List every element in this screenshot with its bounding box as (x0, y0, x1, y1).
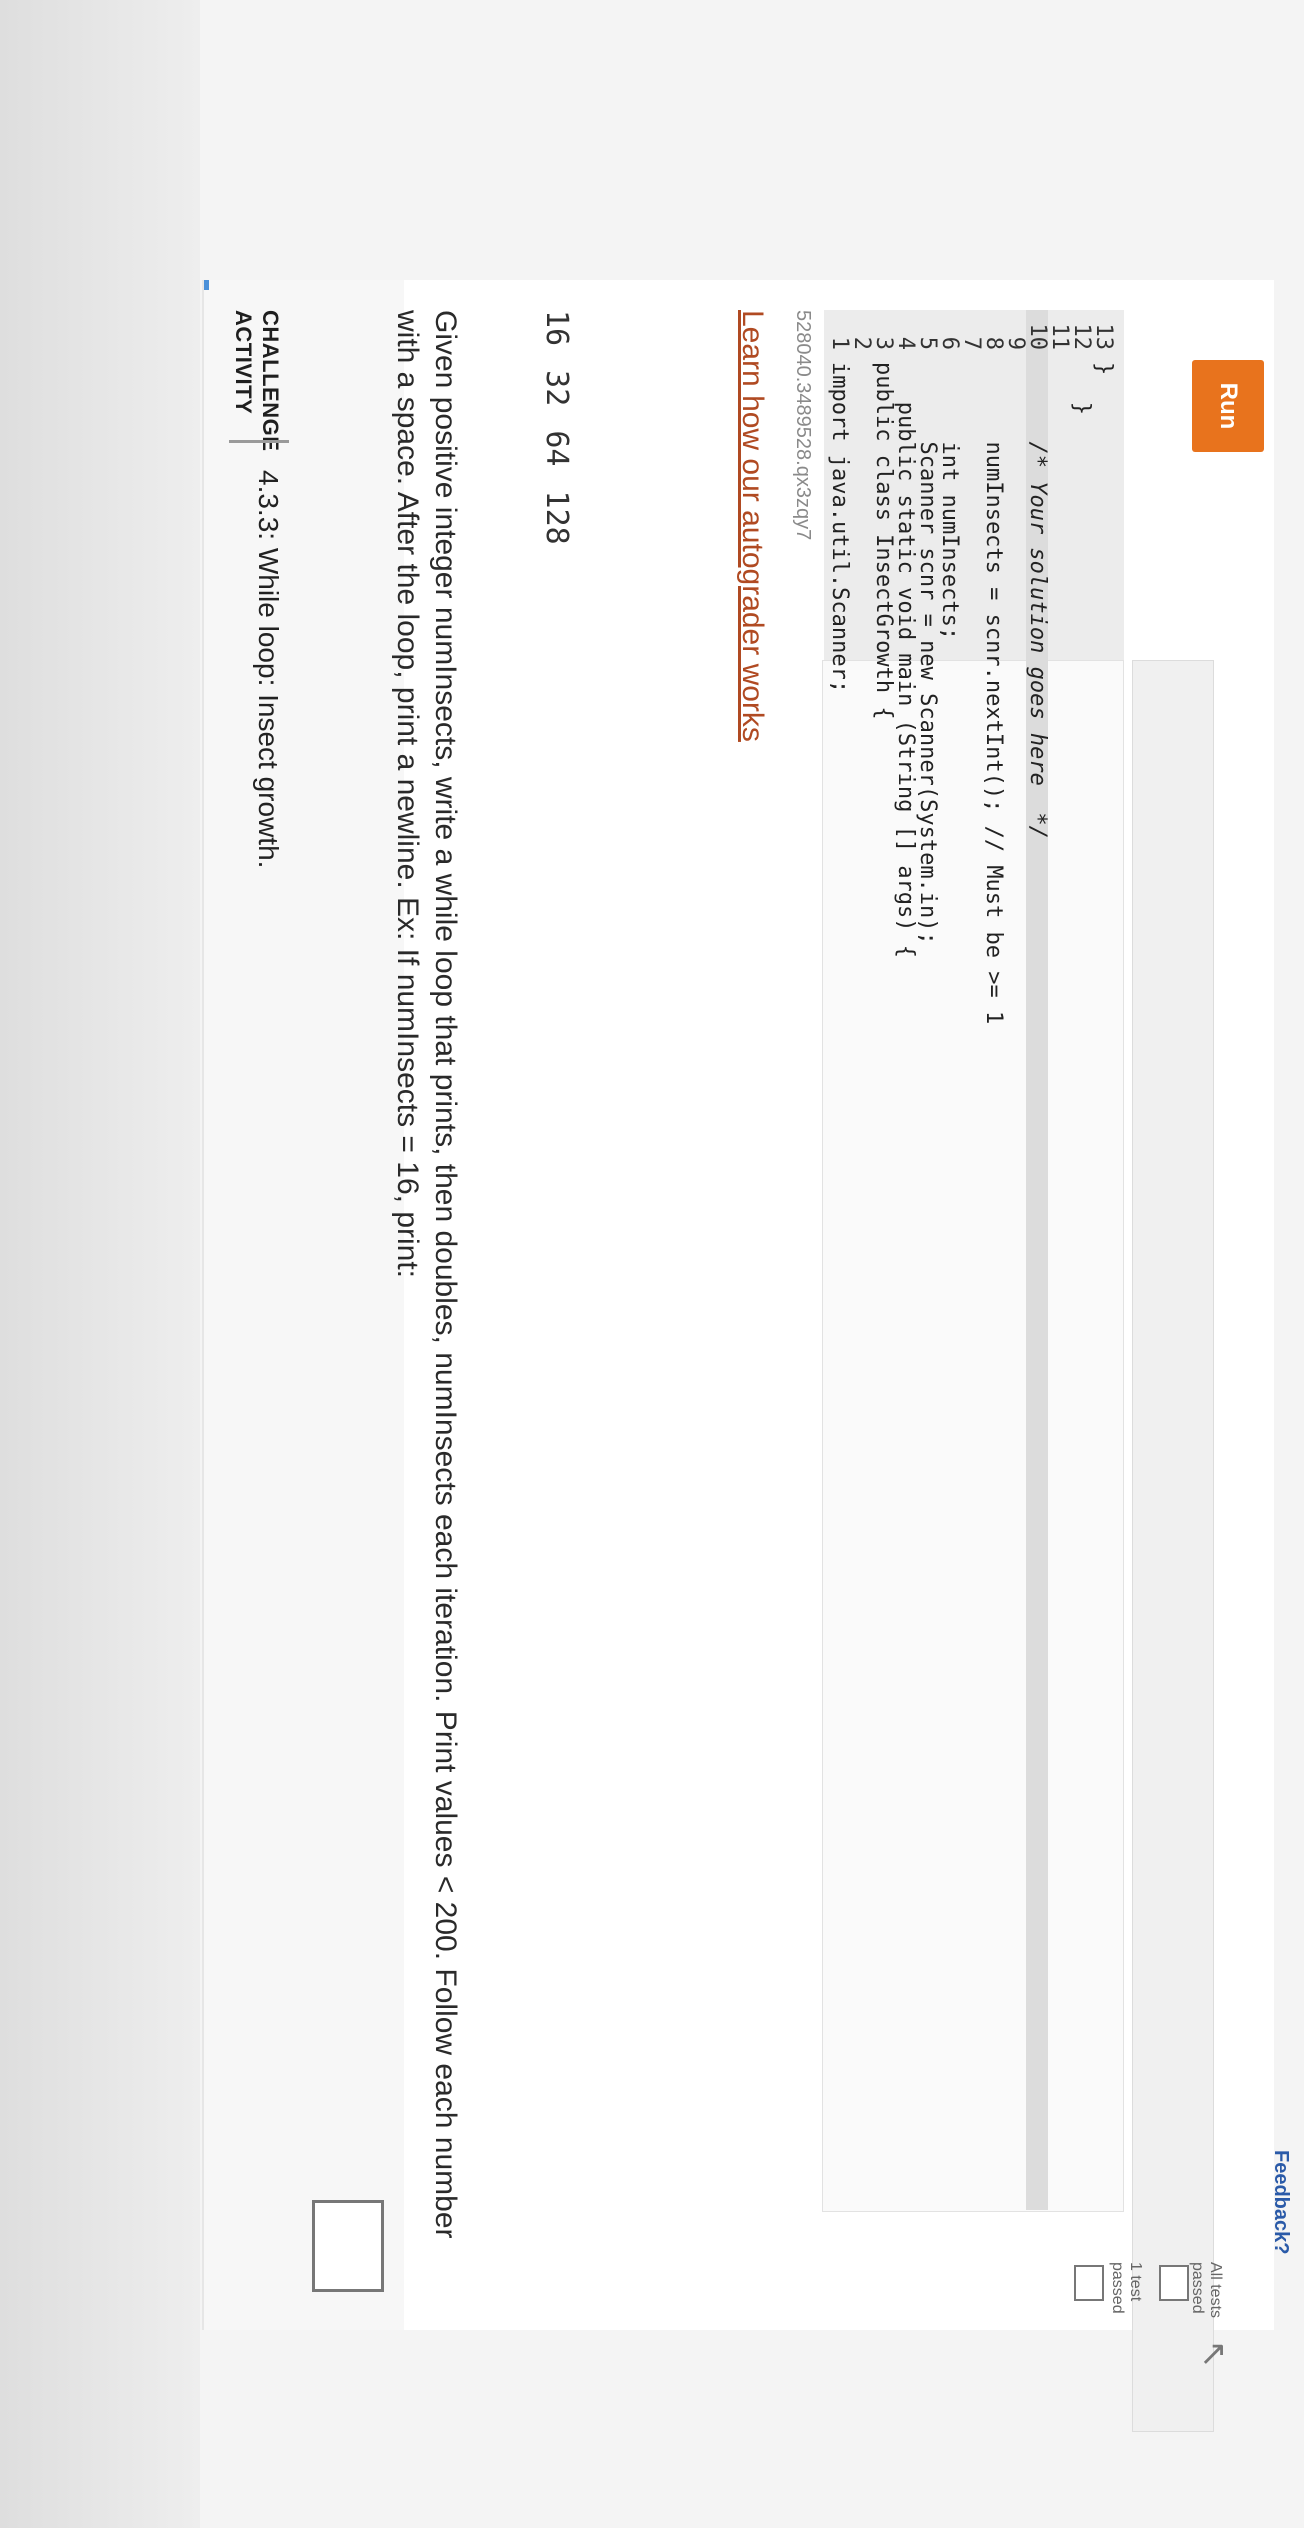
header-accent (204, 280, 209, 290)
test-all-label: All tests passed (1189, 2262, 1224, 2319)
code-line: 11 (1047, 323, 1072, 351)
run-button[interactable]: Run (1192, 360, 1264, 452)
code-line: 3 public class InsectGrowth { (871, 336, 896, 720)
header-divider (229, 440, 289, 443)
output-area (1132, 660, 1214, 2432)
code-lines[interactable]: 13} 12 } 11 10 /* Your solution goes her… (827, 310, 1116, 2210)
code-line: 4 public static void main (String [] arg… (893, 336, 918, 959)
code-line: 13} (1091, 323, 1116, 376)
code-line: 6 int numInsects; (937, 336, 962, 641)
problem-prompt: Given positive integer numInsects, write… (391, 310, 462, 2239)
mouse-cursor-icon: ↖ (1195, 2340, 1233, 2369)
activity-header (202, 280, 404, 2330)
activity-title: 4.3.3: While loop: Insect growth. (253, 470, 284, 869)
code-line: 10 /* Your solution goes here */ (1025, 310, 1050, 2210)
code-line: 8 numInsects = scnr.nextInt(); // Must b… (981, 336, 1006, 1025)
code-line: 9 (1003, 336, 1028, 350)
test-all-status-box (1159, 2265, 1189, 2301)
activity-id: 528040.3489528.qx3zqy7 (792, 310, 814, 541)
completion-box (312, 2200, 384, 2292)
test-1-label: 1 test passed (1109, 2262, 1144, 2314)
code-line: 5 Scanner scnr = new Scanner(System.in); (915, 336, 940, 945)
page: CHALLENGE ACTIVITY 4.3.3: While loop: In… (0, 0, 1304, 2528)
code-line: 7 (959, 336, 984, 350)
code-line: 2 (849, 336, 874, 350)
code-line: 12 } (1069, 323, 1094, 415)
challenge-card: CHALLENGE ACTIVITY 4.3.3: While loop: In… (202, 280, 1274, 2432)
test-1-status-box (1074, 2265, 1104, 2301)
autograder-help-link[interactable]: Learn how our autograder works (735, 310, 769, 742)
feedback-link[interactable]: Feedback? (1269, 2150, 1292, 2254)
activity-type-label: CHALLENGE ACTIVITY (231, 310, 283, 452)
browser-background (0, 0, 200, 2528)
example-output: 16 32 64 128 (539, 310, 574, 545)
code-line: 1 import java.util.Scanner; (827, 336, 852, 694)
